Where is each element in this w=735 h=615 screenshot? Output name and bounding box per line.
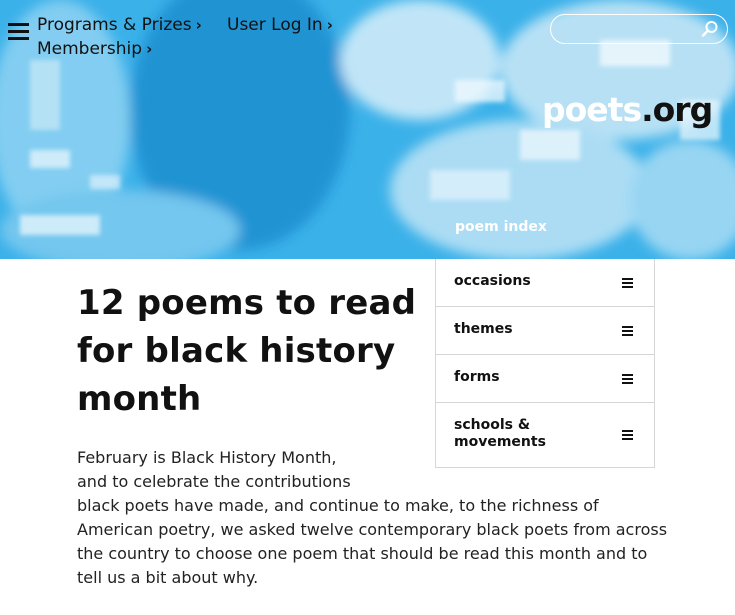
nav-membership-label: Membership xyxy=(37,39,143,59)
nav-login-label: User Log In xyxy=(227,15,323,35)
poem-index-heading: poem index xyxy=(455,219,547,235)
logo-text-org: .org xyxy=(641,90,713,129)
nav-user-login[interactable]: User Log In › xyxy=(227,15,333,35)
nav-programs-label: Programs & Prizes xyxy=(37,15,192,35)
hero-banner: Programs & Prizes › User Log In › Membersh… xyxy=(0,0,735,259)
intro-line: tell us a bit about why. xyxy=(77,568,259,587)
menu-item-occasions[interactable]: occasions xyxy=(436,259,654,306)
menu-item-themes[interactable]: themes xyxy=(436,306,654,354)
logo-text-poets: poets xyxy=(542,90,642,129)
list-icon xyxy=(622,374,633,384)
intro-line: February is Black History Month, xyxy=(77,448,337,467)
nav-membership[interactable]: Membership › xyxy=(37,39,152,59)
intro-line: black poets have made, and continue to m… xyxy=(77,496,599,515)
list-icon xyxy=(622,430,633,440)
search-input[interactable] xyxy=(563,19,697,41)
menu-item-forms[interactable]: forms xyxy=(436,354,654,402)
article-intro: February is Black History Month, and to … xyxy=(77,446,717,590)
list-icon xyxy=(622,278,633,288)
site-logo[interactable]: poets.org xyxy=(542,90,713,129)
intro-line: and to celebrate the contributions xyxy=(77,472,351,491)
search-icon[interactable] xyxy=(701,20,719,38)
poem-index-menu: occasions themes forms schools & movemen… xyxy=(435,259,655,468)
list-icon xyxy=(622,326,633,336)
chevron-right-icon: › xyxy=(195,16,202,34)
page-title: 12 poems to read for black history month xyxy=(77,283,417,419)
chevron-right-icon: › xyxy=(146,40,153,58)
intro-line: American poetry, we asked twelve contemp… xyxy=(77,520,668,539)
chevron-right-icon: › xyxy=(326,16,333,34)
intro-line: the country to choose one poem that shou… xyxy=(77,544,648,563)
search-box xyxy=(550,14,728,44)
nav-programs-prizes[interactable]: Programs & Prizes › xyxy=(37,15,202,35)
menu-item-label: schools & movements xyxy=(454,417,546,450)
hamburger-menu-icon[interactable] xyxy=(8,21,30,43)
